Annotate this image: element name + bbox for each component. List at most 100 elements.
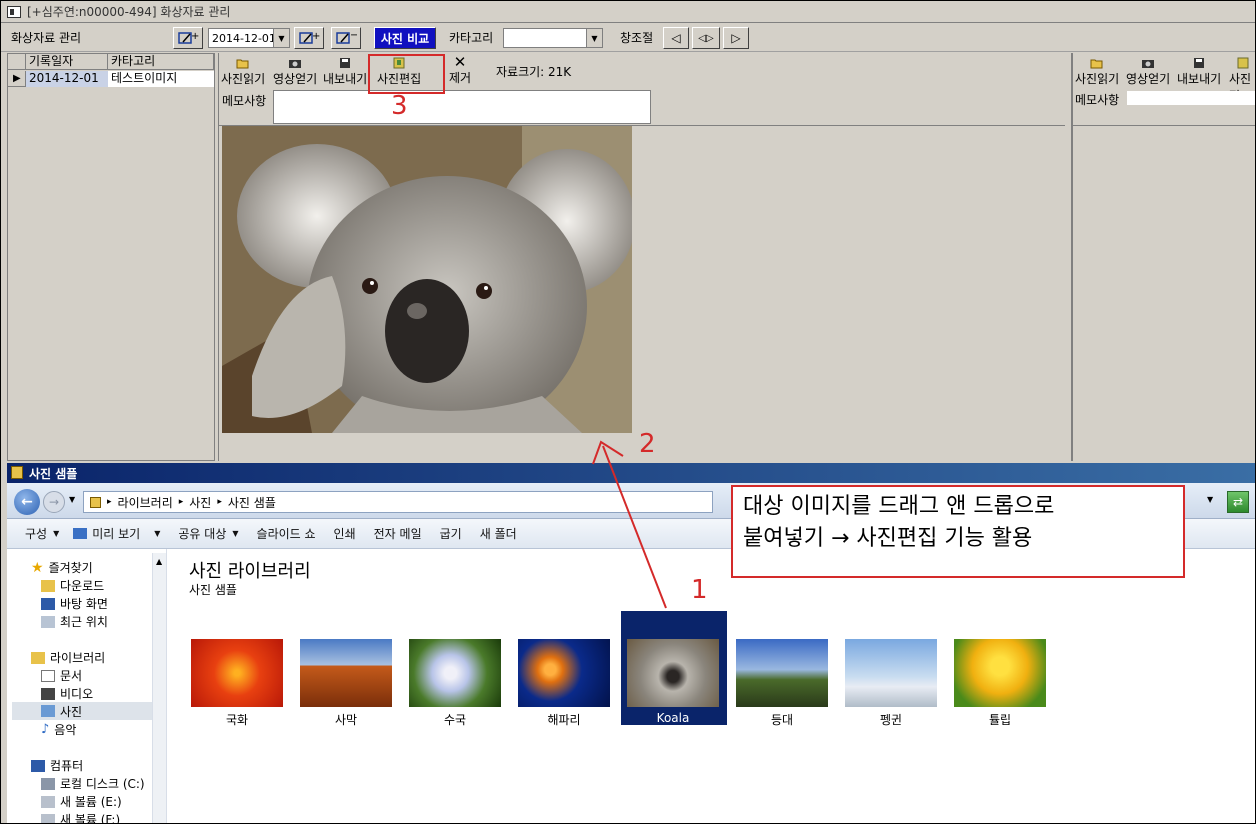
thumbnail-hydrangeas[interactable]: 수국 [409, 639, 501, 728]
back-button[interactable]: ← [14, 489, 40, 515]
slideshow-button[interactable]: 슬라이드 쇼 [257, 525, 316, 542]
nav-item-music[interactable]: ♪ 음악 [41, 721, 76, 738]
nav-favorites[interactable]: ★ 즐겨찾기 [31, 559, 93, 576]
thumbnail-label: 해파리 [547, 713, 581, 727]
delete-button[interactable]: ✕ 제거 [449, 55, 471, 86]
nav-item-drive-c[interactable]: 로컬 디스크 (C:) [41, 775, 145, 792]
library-subtitle: 사진 샘플 [189, 583, 237, 597]
memo-input[interactable] [273, 90, 651, 124]
right-layout-button[interactable]: ▷ [723, 27, 749, 49]
export-label: 내보내기 [1177, 72, 1222, 86]
add-button[interactable]: + [173, 27, 203, 49]
organize-button[interactable]: 구성 [25, 525, 47, 542]
file-size-text: 자료크기: 21K [496, 65, 572, 79]
new-folder-button[interactable]: 새 폴더 [480, 525, 517, 542]
compare-button[interactable]: 사진 비교 [374, 27, 436, 49]
star-icon: ★ [31, 559, 44, 576]
print-button[interactable]: 인쇄 [334, 525, 356, 542]
preview-button[interactable]: 미리 보기 [92, 525, 140, 542]
nav-item-drive-e[interactable]: 새 볼륨 (E:) [41, 793, 122, 810]
forward-button[interactable]: → [43, 491, 65, 513]
computer-icon [31, 759, 45, 772]
camera-icon [1142, 60, 1155, 68]
video-icon [41, 687, 55, 700]
chevron-down-icon[interactable]: ▼ [232, 529, 238, 538]
nav-item-recent[interactable]: 최근 위치 [41, 613, 108, 630]
koala-image [222, 126, 632, 433]
memo-input-right[interactable] [1127, 91, 1255, 105]
table-cell-date[interactable]: 2014-12-01 [26, 71, 108, 87]
refresh-button[interactable]: ⇄ [1227, 491, 1249, 513]
date-add-button[interactable]: + [294, 27, 324, 49]
drive-icon [41, 777, 55, 790]
nav-item-downloads[interactable]: 다운로드 [41, 577, 104, 594]
table-cell-category[interactable]: 테스트이미지 [108, 71, 214, 87]
chevron-down-icon[interactable]: ▼ [273, 29, 289, 47]
scroll-up-icon: ▲ [156, 557, 163, 566]
nav-item-videos[interactable]: 비디오 [41, 685, 93, 702]
email-button[interactable]: 전자 메일 [374, 525, 422, 542]
chevron-down-icon[interactable]: ▼ [53, 529, 59, 538]
thumbnail-lighthouse[interactable]: 등대 [736, 639, 828, 728]
library-icon [31, 651, 45, 664]
split-layout-button[interactable]: ◁▷ [692, 27, 720, 49]
delete-label: 제거 [449, 71, 472, 85]
koala-photo[interactable] [222, 126, 632, 433]
export-button-right[interactable]: 내보내기 [1177, 57, 1221, 87]
thumbnail-jellyfish[interactable]: 해파리 [518, 639, 610, 728]
thumbnail-tulips[interactable]: 튤립 [954, 639, 1046, 728]
share-button[interactable]: 공유 대상 [178, 525, 226, 542]
chevron-down-icon[interactable]: ▼ [586, 29, 602, 47]
read-photo-button[interactable]: 사진읽기 [221, 57, 265, 87]
nav-label: 사진 [60, 704, 83, 719]
nav-item-photos[interactable]: 사진 [12, 702, 152, 720]
nav-label: 로컬 디스크 (C:) [60, 777, 145, 791]
folder-open-icon [1090, 59, 1103, 69]
save-disk-icon [340, 58, 351, 68]
chevron-down-icon[interactable]: ▼ [154, 529, 160, 538]
thumbnail-label: 수국 [443, 713, 467, 727]
nav-item-documents[interactable]: 문서 [41, 667, 82, 684]
title-bar: [+심주연:n00000-494] 화상자료 관리 [1, 1, 1255, 23]
capture-video-button-right[interactable]: 영상얻기 [1126, 57, 1170, 87]
close-icon: ✕ [453, 53, 467, 71]
nav-item-drive-f[interactable]: 새 볼륨 (F:) [41, 811, 120, 823]
nav-libraries[interactable]: 라이브러리 [31, 649, 105, 666]
main-toolbar: 화상자료 관리 + 2014-12-01 ▼ + − 사진 비교 카타고리 ▼ … [1, 24, 1255, 52]
remove-button[interactable]: − [331, 27, 361, 49]
drag-arrow-icon [592, 440, 667, 609]
read-photo-button-right[interactable]: 사진읽기 [1075, 57, 1119, 87]
breadcrumb-photo-samples[interactable]: 사진 샘플 [228, 494, 276, 511]
thumbnail-desert[interactable]: 사막 [300, 639, 392, 728]
nav-label: 비디오 [60, 687, 94, 701]
export-button[interactable]: 내보내기 [323, 57, 367, 87]
date-combo[interactable]: 2014-12-01 ▼ [208, 28, 290, 48]
chevron-down-icon[interactable]: ▼ [69, 495, 75, 504]
row-pointer-icon: ▶ [8, 71, 26, 87]
capture-video-button[interactable]: 영상얻기 [273, 57, 317, 87]
thumbnail-label: 튤립 [988, 713, 1012, 727]
burn-button[interactable]: 굽기 [440, 525, 462, 542]
column-header-date[interactable]: 기록일자 [26, 54, 108, 70]
thumbnail-chrysanthemum[interactable]: 국화 [191, 639, 283, 728]
column-header-category[interactable]: 카타고리 [108, 54, 214, 70]
breadcrumb-libraries[interactable]: 라이브러리 [118, 494, 173, 511]
svg-text:+: + [312, 31, 320, 42]
category-combo[interactable]: ▼ [503, 28, 603, 48]
thumbnail-label: 국화 [225, 713, 249, 727]
nav-scrollbar[interactable]: ▲ [152, 553, 166, 823]
nav-label: 최근 위치 [60, 615, 108, 629]
thumbnail-koala[interactable]: Koala [627, 639, 719, 725]
thumbnail-penguins[interactable]: 펭귄 [845, 639, 937, 728]
chevron-down-icon[interactable]: ▼ [1207, 495, 1213, 504]
nav-item-desktop[interactable]: 바탕 화면 [41, 595, 108, 612]
step-1-label: 1 [691, 575, 708, 605]
folder-icon [90, 496, 101, 508]
breadcrumb-photos[interactable]: 사진 [189, 494, 211, 511]
app-window: [+심주연:n00000-494] 화상자료 관리 화상자료 관리 + 2014… [0, 0, 1256, 824]
left-layout-button[interactable]: ◁ [663, 27, 689, 49]
nav-computer-label: 컴퓨터 [50, 759, 84, 773]
image-panel-right: 사진읽기 영상얻기 내보내기 사진편 메모사항 [1071, 53, 1255, 461]
nav-computer[interactable]: 컴퓨터 [31, 757, 83, 774]
arrow-left-icon: ← [21, 494, 33, 510]
